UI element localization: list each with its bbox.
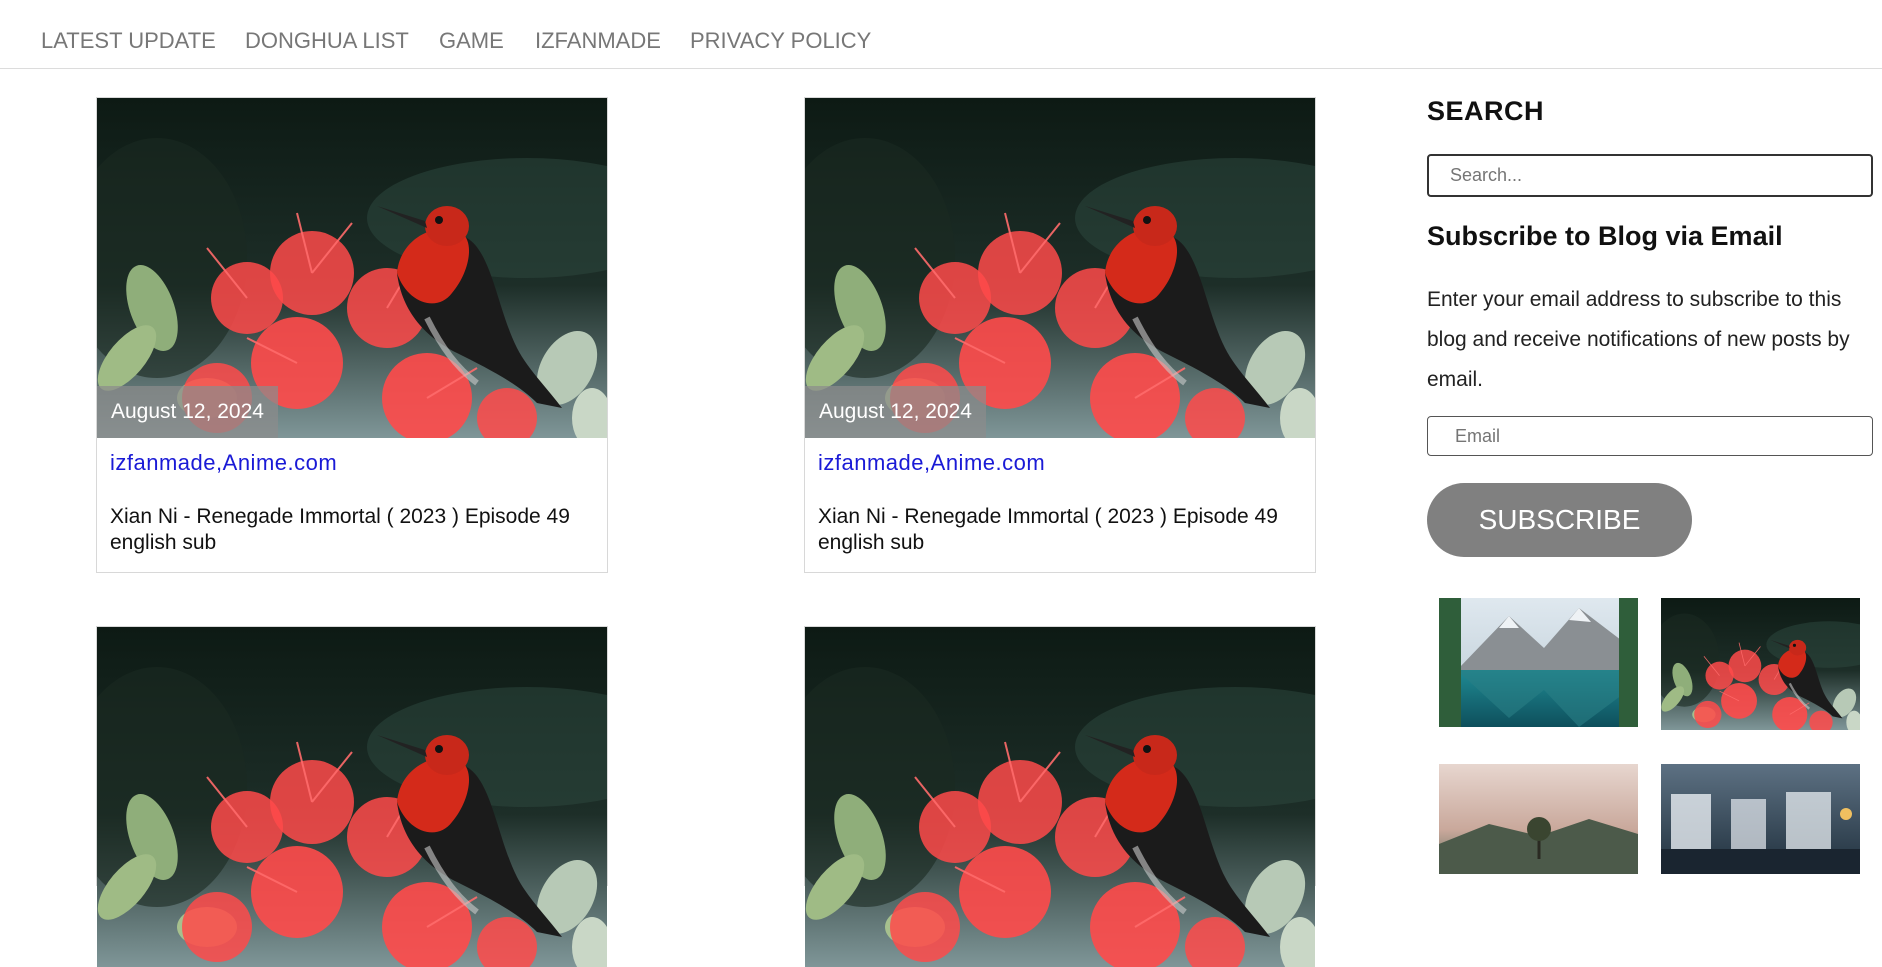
category-link-izfanmade[interactable]: izfanmade: [818, 450, 924, 475]
post-card: [804, 626, 1316, 886]
lake-mountain-image: [1439, 598, 1638, 727]
post-date-badge: August 12, 2024: [805, 386, 986, 438]
subscribe-button[interactable]: SUBSCRIBE: [1427, 483, 1692, 557]
post-card: [96, 626, 608, 886]
category-separator: ,: [924, 450, 931, 475]
post-thumbnail[interactable]: [805, 627, 1315, 967]
tree-dusk-image: [1439, 764, 1638, 874]
post-thumbnail[interactable]: [97, 627, 607, 967]
category-link-izfanmade[interactable]: izfanmade: [110, 450, 216, 475]
post-thumbnail[interactable]: August 12, 2024: [805, 98, 1315, 438]
post-image: [97, 627, 607, 967]
gallery-image-tree[interactable]: [1439, 764, 1638, 874]
post-categories: izfanmade,Anime.com: [818, 450, 1315, 476]
subscribe-widget-title: Subscribe to Blog via Email: [1427, 221, 1783, 251]
dining-hall-image: [1661, 764, 1860, 874]
post-categories: izfanmade,Anime.com: [110, 450, 607, 476]
nav-privacy-policy[interactable]: PRIVACY POLICY: [690, 28, 871, 54]
post-date-badge: August 12, 2024: [97, 386, 278, 438]
post-image: [805, 627, 1315, 967]
bird-flower-image: [1661, 598, 1860, 730]
category-link-anime[interactable]: Anime.com: [931, 450, 1046, 475]
post-title[interactable]: Xian Ni - Renegade Immortal ( 2023 ) Epi…: [818, 504, 1302, 556]
nav-game[interactable]: GAME: [439, 28, 504, 54]
nav-izfanmade[interactable]: IZFANMADE: [535, 28, 661, 54]
gallery-image-lake[interactable]: [1439, 598, 1638, 727]
post-card: August 12, 2024 izfanmade,Anime.com Xian…: [96, 97, 608, 573]
nav-latest-update[interactable]: LATEST UPDATE: [41, 28, 216, 54]
post-title[interactable]: Xian Ni - Renegade Immortal ( 2023 ) Epi…: [110, 504, 594, 556]
email-input[interactable]: [1427, 416, 1873, 456]
category-link-anime[interactable]: Anime.com: [223, 450, 338, 475]
category-separator: ,: [216, 450, 223, 475]
search-input[interactable]: [1427, 154, 1873, 197]
gallery-image-bird[interactable]: [1661, 598, 1860, 730]
search-widget-title: SEARCH: [1427, 96, 1545, 126]
top-navigation: LATEST UPDATE DONGHUA LIST GAME IZFANMAD…: [0, 0, 1882, 69]
gallery-image-hall[interactable]: [1661, 764, 1860, 874]
post-thumbnail[interactable]: August 12, 2024: [97, 98, 607, 438]
post-card: August 12, 2024 izfanmade,Anime.com Xian…: [804, 97, 1316, 573]
nav-donghua-list[interactable]: DONGHUA LIST: [245, 28, 409, 54]
subscribe-description: Enter your email address to subscribe to…: [1427, 288, 1850, 391]
